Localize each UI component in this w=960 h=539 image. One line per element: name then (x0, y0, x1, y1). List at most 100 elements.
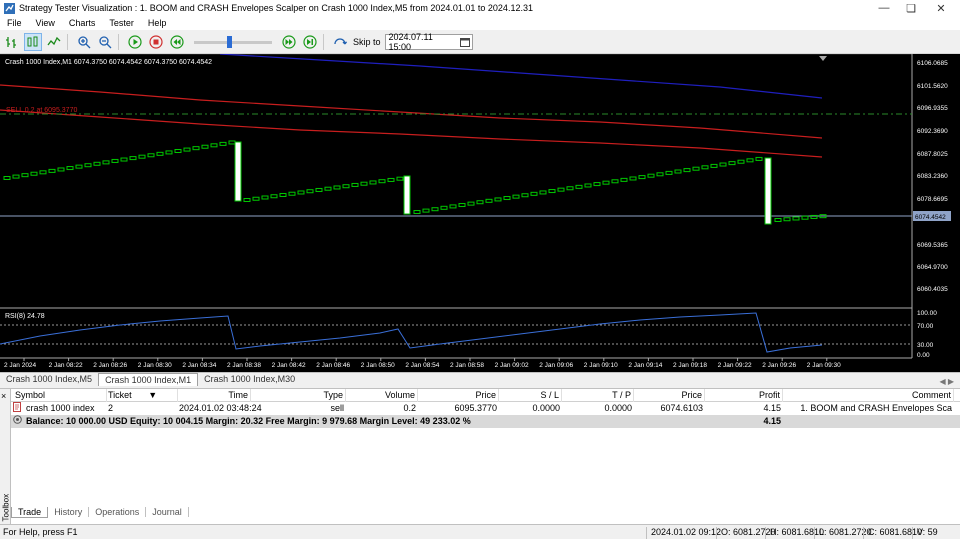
col-time[interactable]: Time (179, 389, 251, 402)
bar-chart-button[interactable] (3, 33, 21, 51)
time-tick-label: 2 Jan 09:30 (807, 362, 841, 369)
chart-area[interactable]: SELL 0.2 at 6095.3770 Crash 1000 Index,M… (0, 54, 960, 372)
time-tick-label: 2 Jan 08:58 (450, 362, 484, 369)
candle (12, 174, 20, 179)
candle (584, 183, 592, 188)
cell-time: 2024.01.02 03:48:24 (179, 403, 262, 413)
candle (548, 189, 556, 194)
col-price[interactable]: Price (419, 389, 499, 402)
minimize-button[interactable]: — (869, 0, 899, 16)
candle (57, 167, 65, 172)
cell-volume: 0.2 (403, 403, 416, 413)
price-scale: 6106.0685 6101.5620 6096.9355 6092.3690 6087… (917, 60, 948, 293)
cell-symbol: crash 1000 index (26, 403, 95, 413)
candle (270, 194, 278, 199)
candle (210, 143, 218, 148)
menu-view[interactable]: View (29, 18, 62, 28)
price-tick-label: 6101.5620 (917, 83, 948, 90)
col-tp[interactable]: T / P (563, 389, 634, 402)
play-button[interactable] (126, 33, 144, 51)
col-ticket[interactable]: Ticket ▼ (108, 389, 178, 402)
zoom-in-button[interactable] (75, 33, 93, 51)
speed-up-button[interactable] (280, 33, 298, 51)
menu-help[interactable]: Help (141, 18, 174, 28)
candle (75, 164, 83, 169)
maximize-button[interactable]: ❏ (896, 0, 926, 16)
col-volume[interactable]: Volume (347, 389, 418, 402)
time-tick-label: 2 Jan 08:38 (227, 362, 261, 369)
candle (30, 171, 38, 176)
chart-tab-m1[interactable]: Crash 1000 Index,M1 (98, 373, 199, 386)
col-comment[interactable]: Comment (784, 389, 954, 402)
candle (539, 190, 547, 195)
col-sl[interactable]: S / L (500, 389, 562, 402)
price-chart[interactable]: SELL 0.2 at 6095.3770 Crash 1000 Index,M… (0, 54, 960, 372)
candle (530, 191, 538, 196)
col-current-price[interactable]: Price (635, 389, 705, 402)
candlestick-button[interactable] (24, 32, 42, 51)
slow-down-button[interactable] (168, 33, 186, 51)
skip-date-input[interactable]: 2024.07.11 15:00 (384, 32, 473, 52)
candle (342, 184, 350, 189)
tab-operations[interactable]: Operations (89, 507, 147, 517)
tab-trade[interactable]: Trade (11, 506, 49, 518)
balance-icon (13, 415, 23, 428)
time-tick-label: 2 Jan 09:06 (539, 362, 573, 369)
menu-file[interactable]: File (0, 18, 29, 28)
close-icon: ✕ (936, 2, 946, 15)
calendar-icon[interactable] (458, 35, 472, 49)
price-tick-label: 6069.5365 (917, 242, 948, 249)
tab-journal[interactable]: Journal (146, 507, 189, 517)
candle (333, 185, 341, 190)
col-profit[interactable]: Profit (706, 389, 783, 402)
col-type[interactable]: Type (252, 389, 346, 402)
toolbox-close-icon[interactable]: × (1, 391, 6, 401)
price-tick-label: 6064.9700 (917, 264, 948, 271)
step-button[interactable] (301, 33, 319, 51)
trade-table: Symbol Ticket ▼ Time Type Volume Price S… (11, 389, 960, 428)
sell-order-label: SELL 0.2 at 6095.3770 (6, 107, 77, 114)
candle (512, 194, 520, 199)
title-bar: Strategy Tester Visualization : 1. BOOM … (0, 0, 960, 16)
speed-slider-thumb[interactable] (227, 35, 232, 48)
candle (288, 191, 296, 196)
menu-charts[interactable]: Charts (62, 18, 103, 28)
skip-to-button[interactable] (331, 33, 349, 51)
price-tick-label: 6096.9355 (917, 105, 948, 112)
col-symbol[interactable]: Symbol (15, 389, 107, 402)
rsi-line (0, 312, 823, 353)
candle (783, 217, 791, 222)
cell-open-price: 6095.3770 (454, 403, 497, 413)
zoom-out-button[interactable] (96, 33, 114, 51)
time-tick-label: 2 Jan 09:02 (495, 362, 529, 369)
red-lower-line (0, 109, 823, 158)
cell-comment: 1. BOOM and CRASH Envelopes Sca (800, 403, 952, 413)
candle (647, 173, 655, 178)
candle (84, 163, 92, 168)
menu-tester[interactable]: Tester (102, 18, 141, 28)
toolbox-label: Toolbox (1, 493, 11, 522)
chart-tab-m30[interactable]: Crash 1000 Index,M30 (198, 373, 301, 386)
candles (3, 140, 827, 222)
cell-sl: 0.0000 (532, 403, 560, 413)
candle (728, 161, 736, 166)
candle (602, 180, 610, 185)
candle (719, 162, 727, 167)
candle (755, 156, 763, 161)
crash-spike-candle (403, 175, 411, 215)
line-chart-button[interactable] (45, 33, 63, 51)
chart-shift-marker[interactable] (819, 56, 827, 61)
candle (440, 205, 448, 210)
chart-tab-m5[interactable]: Crash 1000 Index,M5 (0, 373, 98, 386)
candle (710, 163, 718, 168)
stop-button[interactable] (147, 33, 165, 51)
tab-scroll-arrows[interactable]: ◀ ▶ (939, 377, 954, 386)
table-row[interactable]: crash 1000 index 2 2024.01.02 03:48:24 s… (11, 402, 960, 415)
close-button[interactable]: ✕ (926, 0, 956, 16)
current-price-tag-text: 6074.4542 (915, 214, 946, 221)
candle (324, 186, 332, 191)
candle (692, 166, 700, 171)
tab-history[interactable]: History (48, 507, 90, 517)
speed-slider[interactable] (194, 33, 272, 51)
toolbar: Skip to 2024.07.11 15:00 (0, 30, 960, 54)
